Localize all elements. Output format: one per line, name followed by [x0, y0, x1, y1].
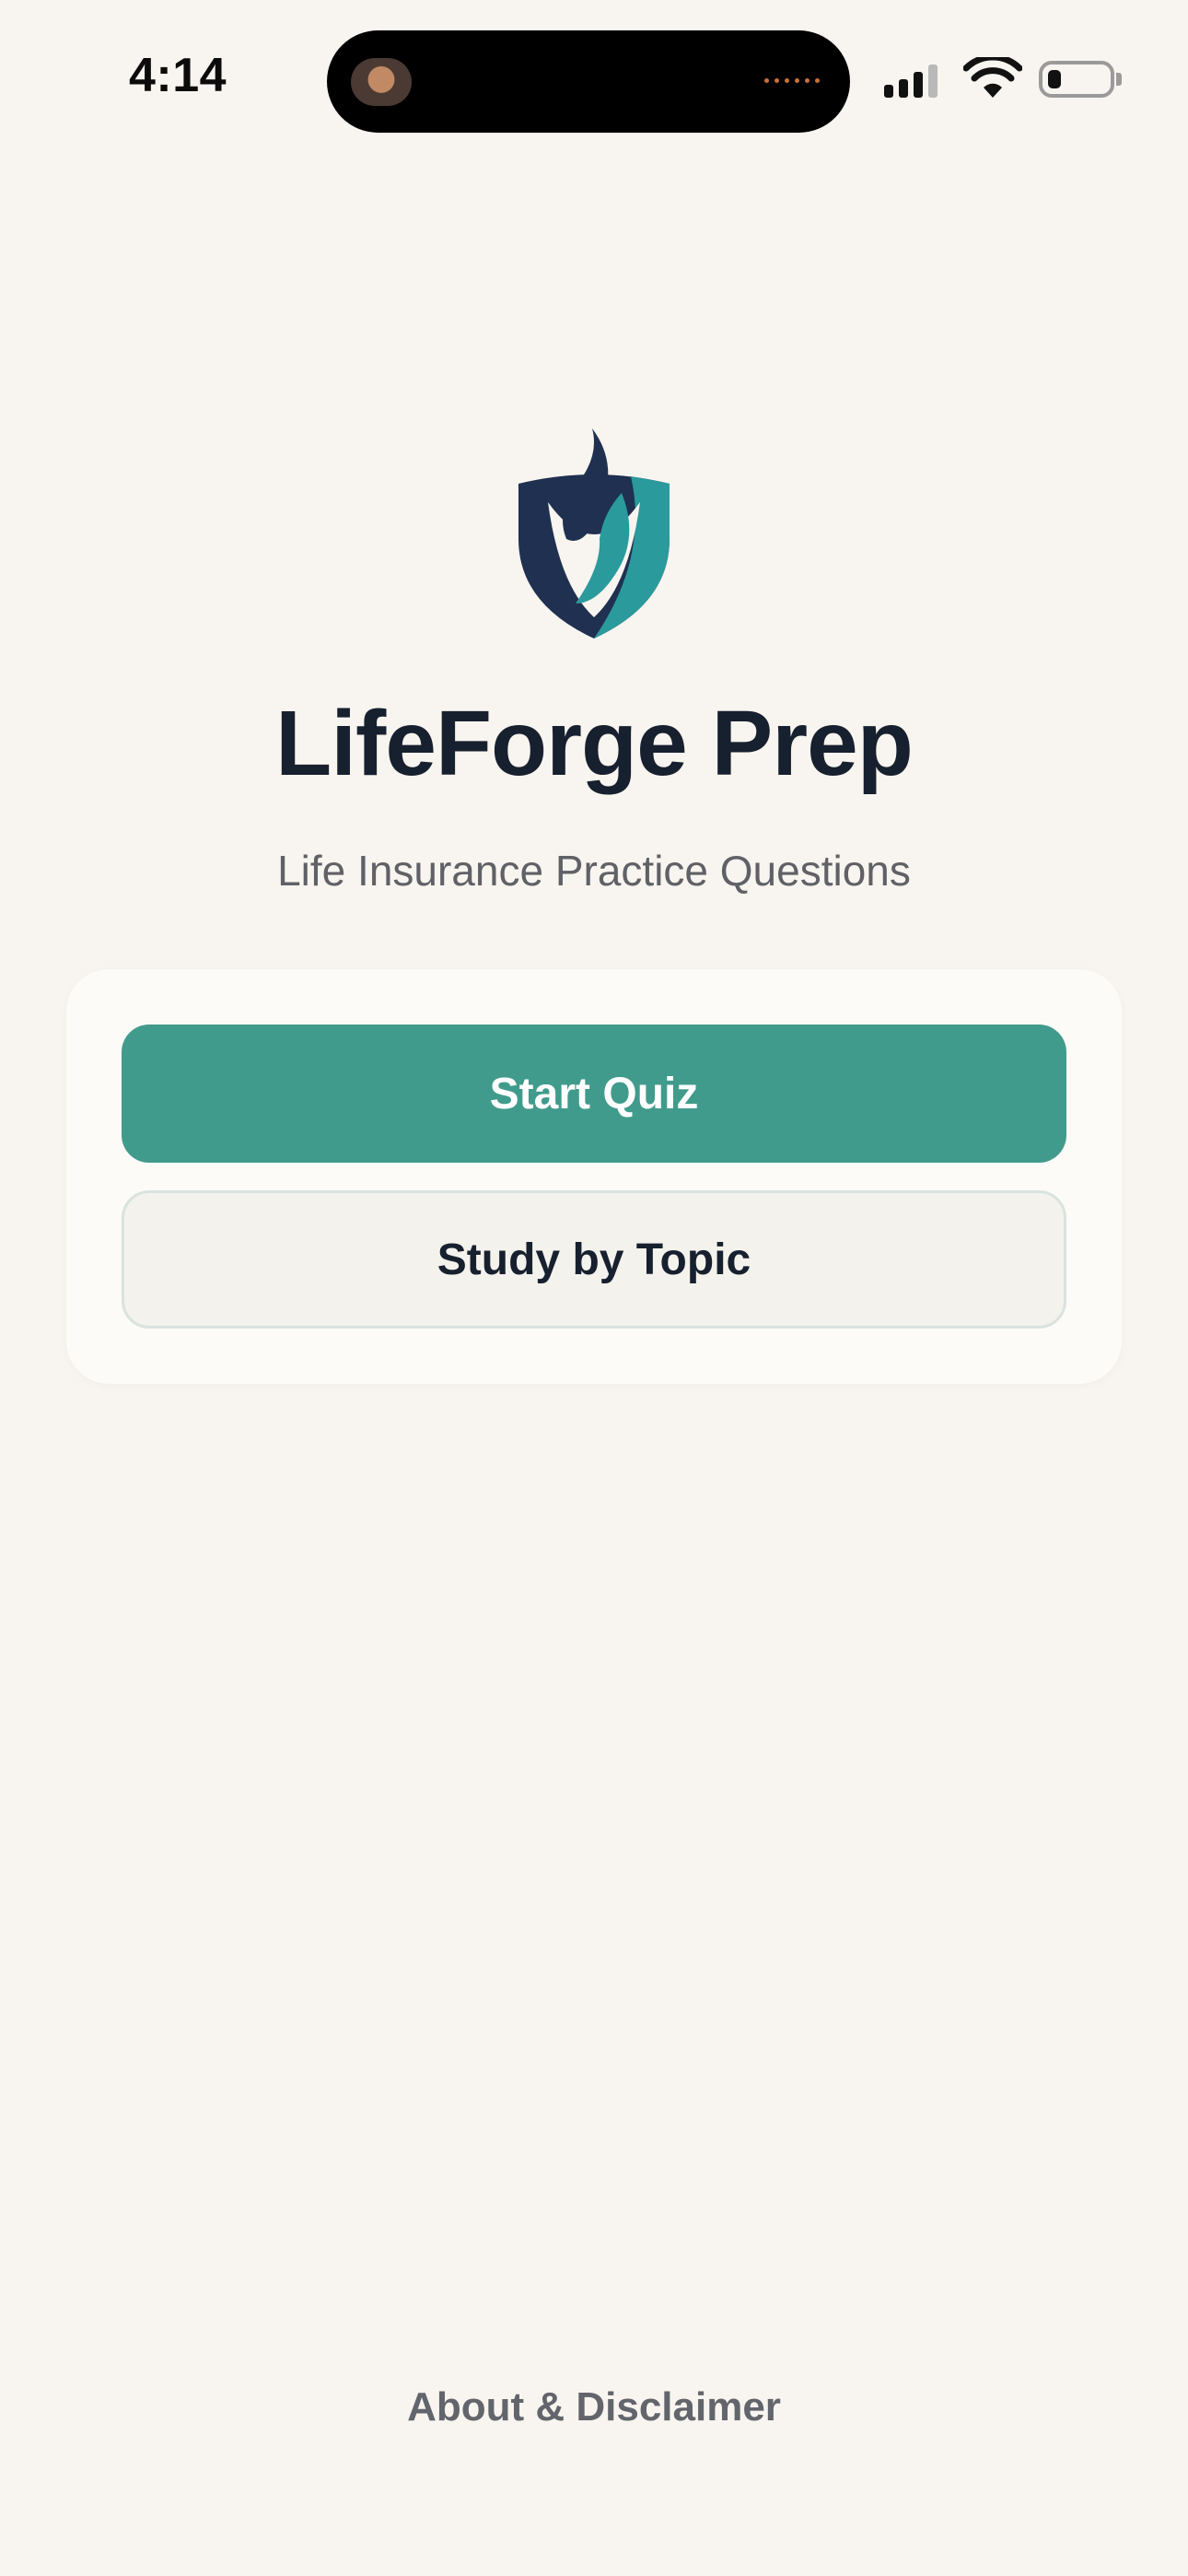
dynamic-island[interactable] [327, 30, 850, 133]
study-by-topic-label: Study by Topic [437, 1235, 751, 1284]
shield-flame-icon [518, 428, 670, 638]
about-disclaimer-link[interactable]: About & Disclaimer [0, 2384, 1188, 2430]
audio-waveform-icon [764, 78, 820, 83]
action-card: Start Quiz Study by Topic [66, 969, 1122, 1384]
battery-cap [1116, 73, 1122, 86]
start-quiz-button[interactable]: Start Quiz [122, 1025, 1066, 1163]
app-subtitle: Life Insurance Practice Questions [277, 847, 911, 895]
battery-icon [1039, 61, 1114, 98]
cellular-signal-icon [884, 64, 938, 98]
wifi-icon [963, 57, 1022, 98]
live-activity-avatar [351, 58, 412, 106]
start-quiz-label: Start Quiz [489, 1069, 699, 1118]
status-time: 4:14 [129, 49, 227, 102]
study-by-topic-button[interactable]: Study by Topic [122, 1190, 1066, 1329]
app-title: LifeForge Prep [275, 692, 914, 795]
